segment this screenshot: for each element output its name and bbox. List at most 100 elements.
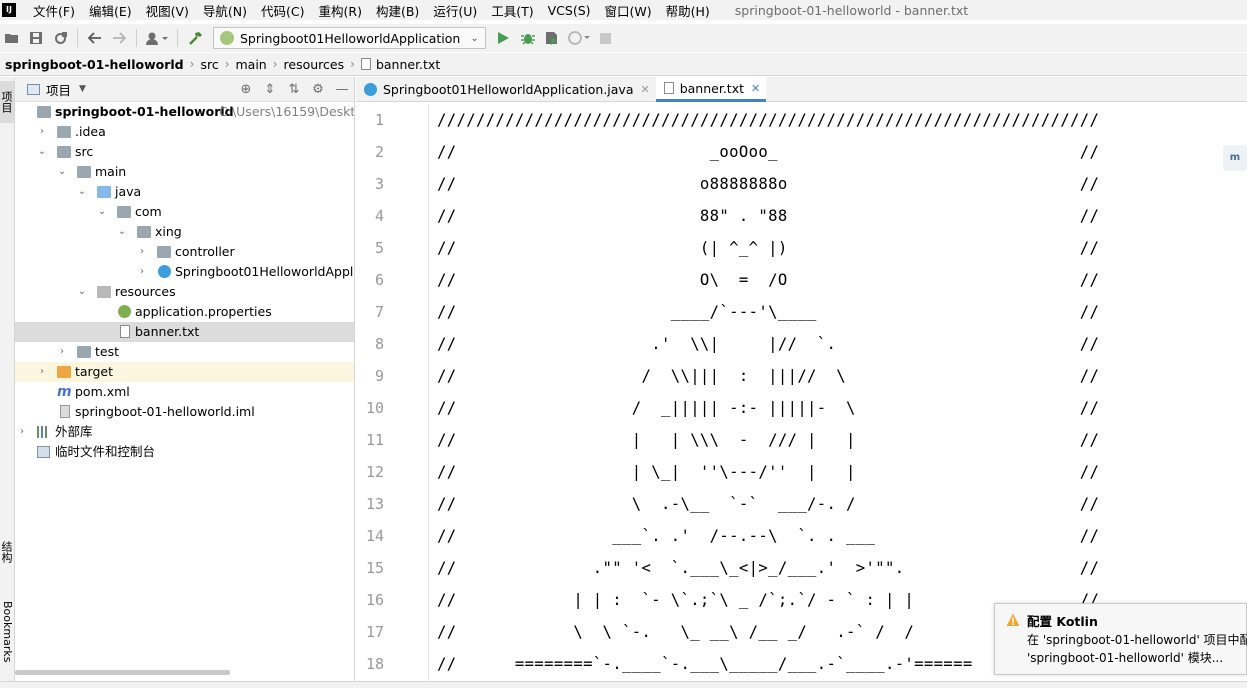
chevron-right-icon: ›: [272, 57, 278, 71]
notification-link[interactable]: 'springboot-01-helloworld' 模块...: [1027, 649, 1247, 667]
user-dropdown-icon[interactable]: [142, 26, 172, 50]
menu-run[interactable]: 运行(U): [426, 1, 484, 20]
menu-file[interactable]: 文件(F): [26, 1, 82, 20]
menu-tools[interactable]: 工具(T): [484, 1, 540, 20]
open-folder-icon[interactable]: [0, 26, 24, 50]
project-tool-button[interactable]: 项目: [0, 81, 14, 123]
chevron-down-icon[interactable]: ⌄: [97, 202, 107, 222]
tree-item-src[interactable]: ⌄ src: [15, 142, 354, 162]
maven-icon: m: [57, 384, 72, 400]
gear-icon[interactable]: ⚙: [306, 82, 330, 97]
tree-item-controller[interactable]: › controller: [15, 242, 354, 262]
toolbar-separator: [77, 29, 78, 47]
notification-title: 配置 Kotlin: [1027, 614, 1098, 629]
menu-vcs[interactable]: VCS(S): [541, 3, 598, 18]
maven-reload-icon[interactable]: m: [1223, 145, 1247, 171]
close-icon[interactable]: ✕: [751, 82, 760, 95]
chevron-down-icon[interactable]: ⌄: [77, 282, 87, 302]
tree-item-scratches[interactable]: 临时文件和控制台: [15, 442, 354, 462]
tree-item-pom[interactable]: m pom.xml: [15, 382, 354, 402]
line-number: 15: [365, 559, 384, 577]
project-tree: ⌄ springboot-01-helloworld C:\Users\1615…: [15, 102, 354, 462]
run-icon[interactable]: [492, 26, 516, 50]
caret-down-icon[interactable]: ▼: [79, 84, 86, 94]
project-panel: 项目 ▼ ⊕ ⇕ ⇅ ⚙ — ⌄ springboot-01-helloworl…: [15, 77, 355, 681]
line-number: 1: [374, 111, 384, 129]
chevron-down-icon[interactable]: ⌄: [77, 182, 87, 202]
menu-refactor[interactable]: 重构(R): [312, 1, 369, 20]
java-class-icon: [158, 265, 171, 278]
tree-item-xing[interactable]: ⌄ xing: [15, 222, 354, 242]
collapse-all-icon[interactable]: ⇅: [282, 82, 306, 97]
code-line: // o8888888o //: [437, 175, 1100, 193]
menu-build[interactable]: 构建(B): [369, 1, 426, 20]
stop-icon[interactable]: [594, 26, 618, 50]
chevron-down-icon[interactable]: ⌄: [37, 142, 47, 162]
tree-item-test[interactable]: › test: [15, 342, 354, 362]
expand-all-icon[interactable]: ⇕: [258, 82, 282, 97]
line-number: 3: [374, 175, 384, 193]
sync-icon[interactable]: [48, 26, 72, 50]
project-panel-title[interactable]: 项目: [46, 80, 71, 99]
hide-icon[interactable]: —: [330, 82, 354, 97]
menu-code[interactable]: 代码(C): [254, 1, 311, 20]
resources-folder-icon: [97, 286, 111, 298]
menu-edit[interactable]: 编辑(E): [82, 1, 139, 20]
structure-tool-button[interactable]: 结构: [0, 533, 14, 571]
menu-help[interactable]: 帮助(H): [659, 1, 717, 20]
profile-dropdown-icon[interactable]: [564, 26, 594, 50]
tree-item-com[interactable]: ⌄ com: [15, 202, 354, 222]
tree-item-application-properties[interactable]: application.properties: [15, 302, 354, 322]
tree-item-iml[interactable]: springboot-01-helloworld.iml: [15, 402, 354, 422]
chevron-right-icon[interactable]: ›: [57, 342, 67, 362]
breadcrumb-src[interactable]: src: [200, 57, 218, 72]
chevron-right-icon[interactable]: ›: [137, 242, 147, 262]
tree-item-idea[interactable]: › .idea: [15, 122, 354, 142]
tree-item-resources[interactable]: ⌄ resources: [15, 282, 354, 302]
tree-item-external-libraries[interactable]: › 外部库: [15, 422, 354, 442]
chevron-right-icon[interactable]: ›: [37, 122, 47, 142]
chevron-right-icon[interactable]: ›: [17, 422, 27, 442]
locate-icon[interactable]: ⊕: [234, 82, 258, 97]
tab-application-java[interactable]: Springboot01HelloworldApplication.java ✕: [356, 77, 656, 102]
line-number: 4: [374, 207, 384, 225]
toolbar-separator: [136, 29, 137, 47]
tree-item-application-class[interactable]: › Springboot01HelloworldApplic: [15, 262, 354, 282]
menu-navigate[interactable]: 导航(N): [196, 1, 254, 20]
breadcrumb-main[interactable]: main: [236, 57, 267, 72]
close-icon[interactable]: ✕: [640, 83, 649, 96]
tree-item-project-root[interactable]: ⌄ springboot-01-helloworld C:\Users\1615…: [15, 102, 354, 122]
run-with-coverage-icon[interactable]: [540, 26, 564, 50]
warning-icon: [1006, 613, 1020, 626]
menu-bar: IJ 文件(F) 编辑(E) 视图(V) 导航(N) 代码(C) 重构(R) 构…: [0, 0, 1247, 20]
build-hammer-icon[interactable]: [183, 26, 207, 50]
back-arrow-icon[interactable]: [83, 26, 107, 50]
debug-icon[interactable]: [516, 26, 540, 50]
breadcrumb-file[interactable]: banner.txt: [376, 57, 440, 72]
chevron-right-icon[interactable]: ›: [137, 262, 147, 282]
code-editor[interactable]: ////////////////////////////////////////…: [437, 104, 1237, 688]
tree-item-banner-txt[interactable]: banner.txt: [15, 322, 354, 342]
run-configuration-selector[interactable]: Springboot01HelloworldApplication ⌄: [213, 27, 486, 49]
tree-item-main[interactable]: ⌄ main: [15, 162, 354, 182]
tree-item-java[interactable]: ⌄ java: [15, 182, 354, 202]
tree-item-target[interactable]: › target: [15, 362, 354, 382]
notification-body: 在 'springboot-01-helloworld' 项目中配 'sprin…: [1027, 631, 1247, 667]
chevron-right-icon[interactable]: ›: [37, 362, 47, 382]
chevron-down-icon[interactable]: ⌄: [57, 162, 67, 182]
breadcrumb-project[interactable]: springboot-01-helloworld: [5, 57, 184, 72]
chevron-right-icon: ›: [224, 57, 230, 71]
horizontal-scrollbar[interactable]: [15, 670, 230, 675]
tree-label: resources: [115, 284, 176, 299]
bookmarks-tool-button[interactable]: Bookmarks: [0, 592, 14, 672]
menu-window[interactable]: 窗口(W): [598, 1, 659, 20]
notification-balloon[interactable]: 配置 Kotlin 在 'springboot-01-helloworld' 项…: [994, 603, 1247, 675]
save-icon[interactable]: [24, 26, 48, 50]
line-number: 18: [365, 655, 384, 673]
menu-view[interactable]: 视图(V): [139, 1, 196, 20]
breadcrumb-resources[interactable]: resources: [284, 57, 345, 72]
tab-banner-txt[interactable]: banner.txt ✕: [655, 77, 767, 102]
forward-arrow-icon[interactable]: [107, 26, 131, 50]
chevron-down-icon[interactable]: ⌄: [117, 222, 127, 242]
window-title: springboot-01-helloworld - banner.txt: [734, 2, 969, 18]
